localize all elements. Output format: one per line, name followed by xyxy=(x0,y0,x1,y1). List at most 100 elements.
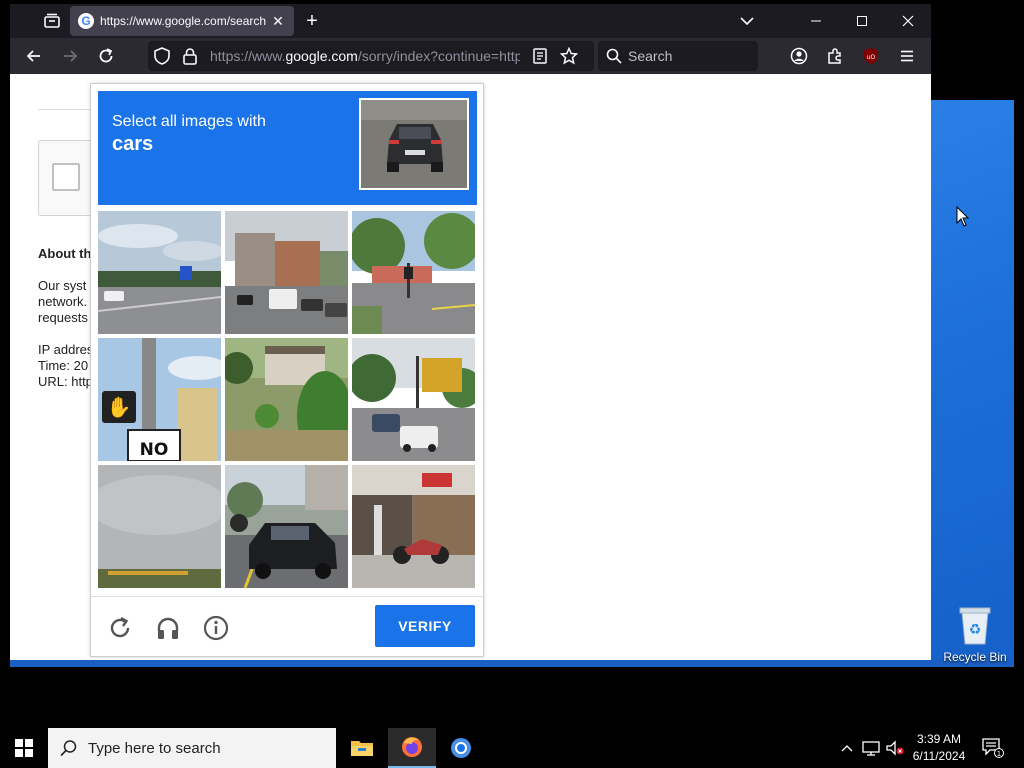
about-line: requests xyxy=(38,310,88,325)
lock-icon[interactable] xyxy=(182,47,198,65)
notification-count: 1 xyxy=(997,750,1001,758)
chevron-down-icon xyxy=(740,17,754,26)
taskbar-search-box[interactable]: Type here to search xyxy=(48,728,336,768)
show-hidden-icons-button[interactable] xyxy=(836,728,858,768)
folder-icon xyxy=(351,741,373,756)
recycle-bin-icon: ♻ xyxy=(957,604,993,646)
back-button[interactable] xyxy=(22,44,46,68)
time-line: Time: 20 xyxy=(38,358,89,373)
maximize-button[interactable] xyxy=(839,4,885,38)
list-all-tabs-button[interactable] xyxy=(724,4,770,38)
search-box[interactable]: Search xyxy=(598,41,758,71)
svg-text:uO: uO xyxy=(867,54,876,61)
account-button[interactable] xyxy=(787,44,811,68)
tab-overview-button[interactable] xyxy=(32,4,72,38)
windows-logo-icon xyxy=(15,739,33,757)
image-grid: ✋ NO xyxy=(98,211,477,588)
refresh-icon xyxy=(110,616,130,638)
image-tile[interactable] xyxy=(225,465,348,588)
mouse-cursor-icon xyxy=(956,205,970,233)
desktop-screen: ♻ Recycle Bin G https://www.google.com/s… xyxy=(0,0,1024,768)
image-tile[interactable] xyxy=(225,211,348,334)
network-icon xyxy=(862,741,880,756)
image-tile[interactable] xyxy=(352,465,475,588)
recycle-bin-label: Recycle Bin xyxy=(943,650,1007,664)
desktop-wallpaper-strip xyxy=(10,659,1014,667)
clock-date: 6/11/2024 xyxy=(912,749,966,763)
taskbar-search-placeholder: Type here to search xyxy=(88,739,221,757)
search-icon xyxy=(60,740,77,757)
file-explorer-button[interactable] xyxy=(338,728,386,768)
about-section: About th Our syst network. requests IP a… xyxy=(38,246,93,406)
url-text[interactable]: https://www.google.com/sorry/index?conti… xyxy=(210,48,520,64)
recycle-bin-shortcut[interactable]: ♻ Recycle Bin xyxy=(940,600,1010,670)
new-tab-button[interactable]: + xyxy=(300,9,324,33)
shield-icon[interactable] xyxy=(154,47,170,65)
help-button[interactable] xyxy=(201,613,231,643)
notification-icon: 1 xyxy=(982,738,1004,758)
headphones-icon xyxy=(157,617,179,639)
reader-view-icon[interactable] xyxy=(532,47,548,65)
chrome-taskbar-button[interactable] xyxy=(437,728,485,768)
ublock-origin-button[interactable]: uO xyxy=(859,44,883,68)
chrome-icon xyxy=(451,738,471,758)
reload-icon xyxy=(99,48,113,63)
google-favicon-icon: G xyxy=(78,13,94,29)
reload-challenge-button[interactable] xyxy=(105,613,135,643)
tab-google-search[interactable]: G https://www.google.com/search ✕ xyxy=(70,6,294,36)
desktop-wallpaper xyxy=(930,100,1014,665)
menu-button[interactable] xyxy=(895,44,919,68)
image-tile[interactable]: ✋ NO xyxy=(98,338,221,461)
image-tile[interactable] xyxy=(352,211,475,334)
audio-challenge-button[interactable] xyxy=(153,613,183,643)
volume-muted-icon xyxy=(886,740,904,756)
system-clock[interactable]: 3:39 AM 6/11/2024 xyxy=(906,731,972,765)
request-details: IP addres Time: 20 URL: http xyxy=(38,342,93,390)
about-line: Our syst xyxy=(38,278,87,293)
network-button[interactable] xyxy=(860,728,882,768)
info-icon xyxy=(203,615,229,641)
minimize-icon xyxy=(811,20,821,22)
back-arrow-icon xyxy=(26,50,40,62)
search-icon xyxy=(606,48,622,64)
bookmark-star-icon[interactable] xyxy=(560,47,578,65)
minimize-button[interactable] xyxy=(793,4,839,38)
image-tile[interactable] xyxy=(225,338,348,461)
sample-car-image xyxy=(359,98,469,190)
taskbar: Type here to search 3:39 AM 6/11/2024 1 xyxy=(0,728,1024,768)
recaptcha-challenge: Select all images with cars ✋ NO VERIFY xyxy=(90,83,484,657)
challenge-footer: VERIFY xyxy=(91,596,483,656)
reload-button[interactable] xyxy=(94,44,118,68)
verify-button[interactable]: VERIFY xyxy=(375,605,475,647)
recaptcha-checkbox-card xyxy=(38,140,98,216)
challenge-instruction: Select all images with xyxy=(112,113,266,130)
firefox-taskbar-button[interactable] xyxy=(388,728,436,768)
about-line: network. xyxy=(38,294,88,309)
tab-bar: G https://www.google.com/search ✕ + xyxy=(10,4,931,38)
puzzle-icon xyxy=(828,48,841,64)
notifications-button[interactable]: 1 xyxy=(976,728,1010,768)
svg-text:♻: ♻ xyxy=(969,622,982,638)
forward-button[interactable] xyxy=(58,44,82,68)
tab-title: https://www.google.com/search xyxy=(100,14,266,28)
extensions-button[interactable] xyxy=(823,44,847,68)
close-window-button[interactable] xyxy=(885,4,931,38)
ip-address-line: IP addres xyxy=(38,342,94,357)
close-icon xyxy=(902,15,914,27)
maximize-icon xyxy=(857,16,867,26)
challenge-target: cars xyxy=(112,133,154,155)
start-button[interactable] xyxy=(0,728,48,768)
recaptcha-checkbox[interactable] xyxy=(52,163,80,191)
no-sign-text: NO xyxy=(140,440,169,460)
address-bar[interactable]: https://www.google.com/sorry/index?conti… xyxy=(148,41,594,71)
volume-button[interactable] xyxy=(884,728,906,768)
image-tile[interactable] xyxy=(98,211,221,334)
image-tile[interactable] xyxy=(98,465,221,588)
image-tile[interactable] xyxy=(352,338,475,461)
firefox-icon xyxy=(402,737,422,757)
about-heading: About th xyxy=(38,246,92,261)
tab-close-icon[interactable]: ✕ xyxy=(270,13,286,29)
forward-arrow-icon xyxy=(64,50,78,62)
search-placeholder: Search xyxy=(628,48,673,64)
nav-toolbar: https://www.google.com/sorry/index?conti… xyxy=(10,38,931,74)
